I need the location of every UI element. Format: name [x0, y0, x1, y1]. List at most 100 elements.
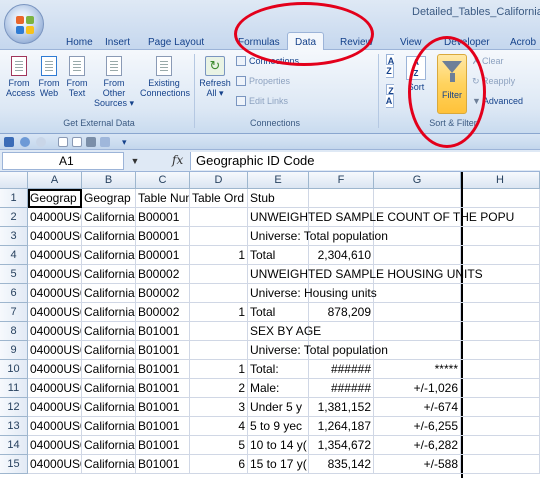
advanced-button[interactable]: ▼ Advanced	[472, 96, 523, 106]
from-access-button[interactable]: From Access	[6, 56, 35, 98]
column-header-c[interactable]: C	[136, 172, 190, 189]
column-header-h[interactable]: H	[461, 172, 540, 189]
cell-a11[interactable]: 04000US0(	[28, 379, 82, 398]
cell-c13[interactable]: B01001	[136, 417, 190, 436]
row-header[interactable]: 10	[0, 360, 28, 379]
cell-b7[interactable]: California	[82, 303, 136, 322]
sort-z-to-a-button[interactable]: Z A	[383, 84, 397, 108]
filter-button[interactable]: Filter	[437, 54, 467, 114]
cell-c9[interactable]: B01001	[136, 341, 190, 360]
cell-h15[interactable]	[461, 455, 540, 474]
tab-insert[interactable]: Insert	[105, 37, 130, 48]
cell-a14[interactable]: 04000US0(	[28, 436, 82, 455]
cell-a6[interactable]: 04000US0(	[28, 284, 82, 303]
cell-e7[interactable]: Total	[248, 303, 309, 322]
cell-c2[interactable]: B00001	[136, 208, 190, 227]
cell-d3[interactable]	[190, 227, 248, 246]
office-button[interactable]	[4, 4, 44, 44]
row-header[interactable]: 3	[0, 227, 28, 246]
cell-f1[interactable]	[309, 189, 374, 208]
cell-d12[interactable]: 3	[190, 398, 248, 417]
row-header[interactable]: 8	[0, 322, 28, 341]
cell-f14[interactable]: 1,354,672	[309, 436, 374, 455]
cell-d4[interactable]: 1	[190, 246, 248, 265]
cell-d1[interactable]: Table Ord	[190, 189, 248, 208]
cell-c14[interactable]: B01001	[136, 436, 190, 455]
formula-input[interactable]: Geographic ID Code	[190, 152, 540, 170]
cell-e5[interactable]: UNWEIGHTED SAMPLE HOUSING UNITS	[248, 265, 483, 284]
cell-c11[interactable]: B01001	[136, 379, 190, 398]
cell-g14[interactable]: +/-6,282	[374, 436, 461, 455]
cell-h1[interactable]	[461, 189, 540, 208]
cell-e3[interactable]: Universe: Total population	[248, 227, 388, 246]
row-header[interactable]: 1	[0, 189, 28, 208]
quick-print-icon[interactable]	[100, 137, 110, 147]
cell-b11[interactable]: California	[82, 379, 136, 398]
cell-e1[interactable]: Stub	[248, 189, 309, 208]
cell-d9[interactable]	[190, 341, 248, 360]
cell-a8[interactable]: 04000US0(	[28, 322, 82, 341]
cell-a9[interactable]: 04000US0(	[28, 341, 82, 360]
cell-e11[interactable]: Male:	[248, 379, 309, 398]
cell-h8[interactable]	[461, 322, 540, 341]
column-header-f[interactable]: F	[309, 172, 374, 189]
cell-f15[interactable]: 835,142	[309, 455, 374, 474]
cell-b13[interactable]: California	[82, 417, 136, 436]
new-icon[interactable]	[58, 137, 68, 147]
cell-e12[interactable]: Under 5 y	[248, 398, 309, 417]
tab-data[interactable]: Data	[287, 32, 325, 51]
cell-h7[interactable]	[461, 303, 540, 322]
cell-e14[interactable]: 10 to 14 y(	[248, 436, 309, 455]
from-other-sources-button[interactable]: From Other Sources ▾	[92, 56, 136, 108]
cell-e2[interactable]: UNWEIGHTED SAMPLE COUNT OF THE POPU	[248, 208, 514, 227]
row-header[interactable]: 7	[0, 303, 28, 322]
cell-a13[interactable]: 04000US0(	[28, 417, 82, 436]
cell-b2[interactable]: California	[82, 208, 136, 227]
edit-links-button[interactable]: Edit Links	[236, 96, 288, 106]
cell-d6[interactable]	[190, 284, 248, 303]
cell-f10[interactable]: ######	[309, 360, 374, 379]
cell-c4[interactable]: B00001	[136, 246, 190, 265]
cell-f4[interactable]: 2,304,610	[309, 246, 374, 265]
row-header[interactable]: 13	[0, 417, 28, 436]
cell-g8[interactable]	[374, 322, 461, 341]
cell-c8[interactable]: B01001	[136, 322, 190, 341]
cell-a1[interactable]: Geograp	[28, 189, 82, 208]
cell-a15[interactable]: 04000US0(	[28, 455, 82, 474]
cell-g15[interactable]: +/-588	[374, 455, 461, 474]
cell-d10[interactable]: 1	[190, 360, 248, 379]
cell-b8[interactable]: California	[82, 322, 136, 341]
cell-e13[interactable]: 5 to 9 yec	[248, 417, 309, 436]
cell-g1[interactable]	[374, 189, 461, 208]
from-text-button[interactable]: From Text	[64, 56, 90, 98]
tab-page-layout[interactable]: Page Layout	[148, 37, 204, 48]
cell-h14[interactable]	[461, 436, 540, 455]
cell-h6[interactable]	[461, 284, 540, 303]
select-all-corner[interactable]	[0, 172, 28, 189]
tab-acrobat[interactable]: Acrob	[510, 37, 536, 48]
tab-review[interactable]: Review	[340, 37, 373, 48]
properties-button[interactable]: Properties	[236, 76, 290, 86]
cell-c12[interactable]: B01001	[136, 398, 190, 417]
cell-d8[interactable]	[190, 322, 248, 341]
column-header-b[interactable]: B	[82, 172, 136, 189]
cell-d7[interactable]: 1	[190, 303, 248, 322]
tab-view[interactable]: View	[400, 37, 422, 48]
cell-h12[interactable]	[461, 398, 540, 417]
cell-g6[interactable]	[374, 284, 461, 303]
insert-function-icon[interactable]: fx	[172, 153, 183, 167]
cell-d14[interactable]: 5	[190, 436, 248, 455]
redo-icon[interactable]	[36, 137, 46, 147]
cell-b4[interactable]: California	[82, 246, 136, 265]
cell-h13[interactable]	[461, 417, 540, 436]
column-header-d[interactable]: D	[190, 172, 248, 189]
cell-a3[interactable]: 04000US0(	[28, 227, 82, 246]
cell-c1[interactable]: Table Nun	[136, 189, 190, 208]
row-header[interactable]: 5	[0, 265, 28, 284]
cell-e8[interactable]: SEX BY AGE	[248, 322, 321, 341]
column-header-a[interactable]: A	[28, 172, 82, 189]
sort-button[interactable]: AZ Sort	[402, 56, 430, 92]
cell-g10[interactable]: *****	[374, 360, 461, 379]
sort-a-to-z-button[interactable]: A Z	[383, 54, 397, 78]
cell-g12[interactable]: +/-674	[374, 398, 461, 417]
